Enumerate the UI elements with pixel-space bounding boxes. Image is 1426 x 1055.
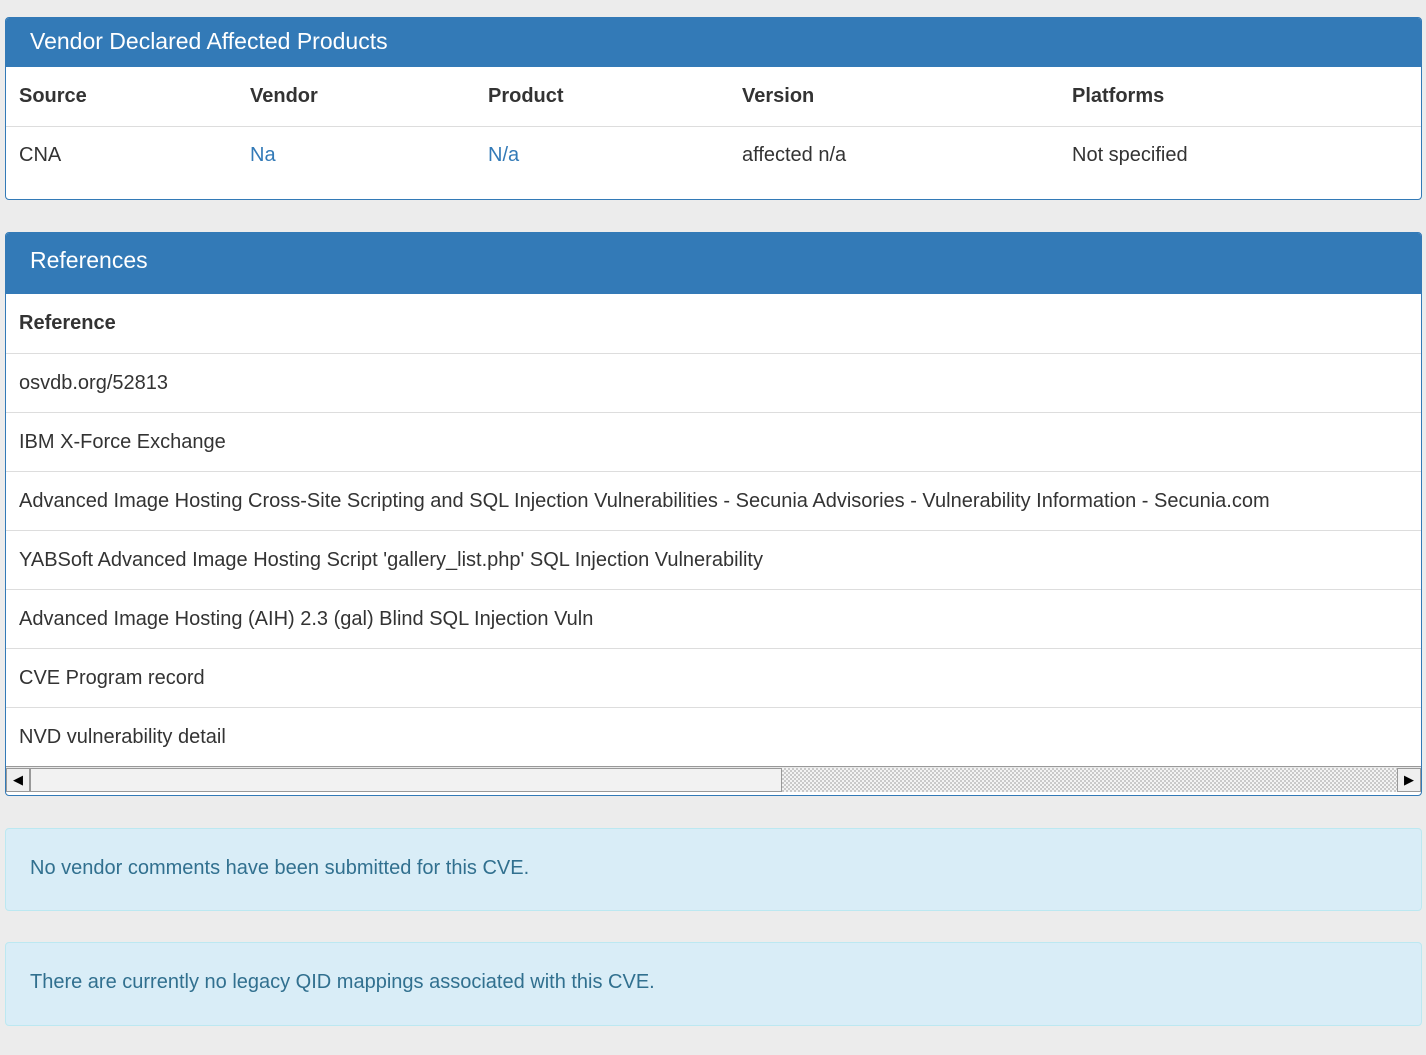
- references-heading: References: [6, 233, 1421, 294]
- column-header-product: Product: [488, 84, 564, 107]
- reference-row[interactable]: Advanced Image Hosting (AIH) 2.3 (gal) B…: [6, 589, 1421, 648]
- reference-row[interactable]: YABSoft Advanced Image Hosting Script 'g…: [6, 530, 1421, 589]
- table-row: CNA Na N/a affected n/a Not specified: [6, 125, 1421, 185]
- vendor-comments-alert: No vendor comments have been submitted f…: [5, 828, 1422, 911]
- table-header-row: Source Vendor Product Version Platforms: [6, 67, 1421, 126]
- scrollbar-track[interactable]: [782, 768, 1397, 792]
- reference-row[interactable]: Advanced Image Hosting Cross-Site Script…: [6, 471, 1421, 530]
- horizontal-scrollbar[interactable]: ◀ ▶: [6, 766, 1421, 792]
- reference-column-header: Reference: [19, 312, 116, 334]
- column-header-vendor: Vendor: [250, 84, 318, 107]
- vendor-comments-text: No vendor comments have been submitted f…: [30, 857, 530, 879]
- qid-mappings-text: There are currently no legacy QID mappin…: [30, 971, 655, 993]
- cell-version: affected n/a: [729, 125, 1059, 185]
- scrollbar-thumb[interactable]: [30, 768, 782, 792]
- scroll-left-arrow-icon[interactable]: ◀: [6, 768, 30, 792]
- qid-mappings-alert: There are currently no legacy QID mappin…: [5, 942, 1422, 1026]
- reference-row[interactable]: IBM X-Force Exchange: [6, 412, 1421, 471]
- references-panel: References Reference osvdb.org/52813 IBM…: [5, 232, 1422, 796]
- cell-platforms: Not specified: [1059, 125, 1421, 185]
- page: Vendor Declared Affected Products Source…: [0, 0, 1426, 1055]
- affected-products-heading: Vendor Declared Affected Products: [6, 18, 1421, 67]
- reference-row[interactable]: CVE Program record: [6, 648, 1421, 707]
- reference-row[interactable]: osvdb.org/52813: [6, 353, 1421, 412]
- reference-row[interactable]: NVD vulnerability detail: [6, 707, 1421, 766]
- vendor-link[interactable]: Na: [250, 144, 276, 166]
- scroll-right-arrow-icon[interactable]: ▶: [1397, 768, 1421, 792]
- affected-products-table: Source Vendor Product Version Platforms …: [6, 67, 1421, 185]
- column-header-source: Source: [19, 84, 87, 107]
- cell-source: CNA: [6, 125, 237, 185]
- product-link[interactable]: N/a: [488, 144, 519, 166]
- column-header-version: Version: [742, 84, 815, 107]
- affected-products-panel: Vendor Declared Affected Products Source…: [5, 17, 1422, 200]
- column-header-platforms: Platforms: [1072, 84, 1165, 107]
